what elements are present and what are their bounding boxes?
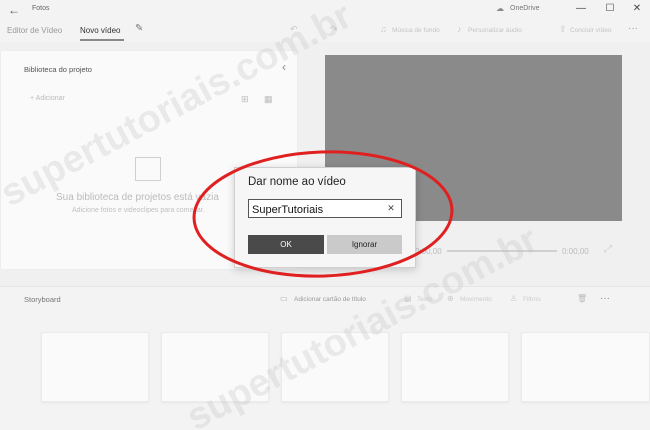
finish-video-button[interactable]: Concluir vídeo [570, 27, 612, 34]
export-icon: ⇪ [559, 24, 567, 34]
filters-icon: ♙ [510, 294, 518, 303]
audio-icon: ♪ [457, 24, 462, 34]
storyboard-more-icon[interactable]: ··· [600, 293, 610, 304]
add-media-button[interactable]: + Adicionar [30, 95, 65, 102]
app-title: Fotos [32, 5, 50, 12]
cloud-icon: ☁ [496, 4, 504, 13]
custom-audio-button[interactable]: Personalizar áudio [468, 27, 522, 34]
close-window-button[interactable]: ✕ [630, 2, 644, 16]
breadcrumb-active-indicator [80, 39, 124, 41]
back-arrow-icon[interactable]: ← [6, 2, 22, 18]
large-grid-view-icon[interactable]: ▦ [264, 94, 273, 105]
title-card-icon: ▭ [280, 294, 288, 303]
filters-button[interactable]: Filtros [523, 296, 541, 303]
storyboard-slot [521, 332, 650, 402]
storyboard-title: Storyboard [24, 295, 61, 304]
ok-button[interactable]: OK [248, 235, 324, 254]
fullscreen-icon[interactable]: ⤢ [604, 244, 612, 255]
clear-input-icon[interactable]: ✕ [385, 201, 397, 215]
onedrive-label[interactable]: OneDrive [510, 5, 540, 12]
total-time: 0:00,00 [562, 247, 589, 256]
ignore-button[interactable]: Ignorar [327, 235, 402, 254]
add-title-card-button[interactable]: Adicionar cartão de título [294, 296, 366, 303]
minimize-button[interactable]: — [574, 2, 588, 16]
dialog-title: Dar nome ao vídeo [248, 176, 346, 188]
trash-icon[interactable]: 🗑 [577, 294, 587, 303]
storyboard-slot [401, 332, 509, 402]
music-note-icon: ♫ [380, 24, 387, 34]
more-options-icon[interactable]: ··· [628, 23, 638, 34]
grid-view-icon[interactable]: ⊞ [241, 94, 249, 105]
maximize-button[interactable]: ☐ [603, 2, 617, 16]
library-title: Biblioteca do projeto [24, 65, 92, 74]
breadcrumb-new-video[interactable]: Novo vídeo [80, 26, 120, 35]
empty-library-image-icon [135, 157, 161, 181]
storyboard-slot [41, 332, 149, 402]
rename-pencil-icon[interactable]: ✎ [135, 23, 143, 34]
add-media-label: Adicionar [35, 95, 65, 102]
breadcrumb-video-editor[interactable]: Editor de Vídeo [7, 26, 62, 35]
empty-library-subtitle: Adicione fotos e videoclipes para começa… [72, 207, 205, 214]
video-name-input[interactable] [248, 199, 402, 218]
background-music-button[interactable]: Música de fundo [392, 27, 440, 34]
empty-library-title: Sua biblioteca de projetos está vazia [56, 192, 219, 203]
current-time: 0:00,00 [415, 247, 442, 256]
